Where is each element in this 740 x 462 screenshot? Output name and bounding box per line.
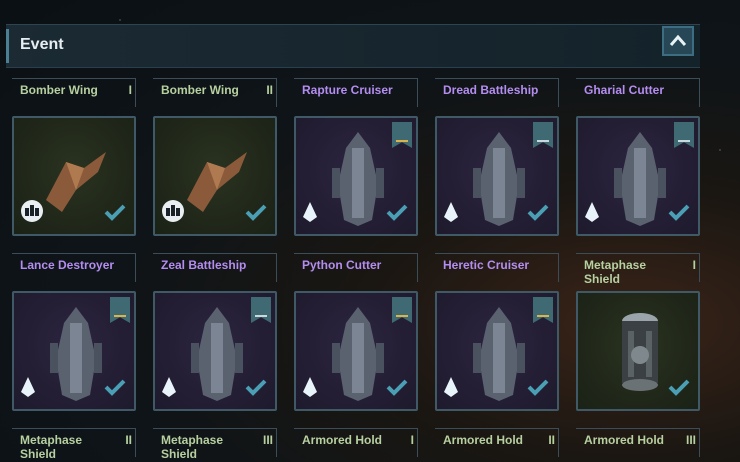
owned-check-icon [668, 203, 690, 226]
rank-banner-icon [533, 297, 553, 323]
item-tier: III [685, 433, 696, 447]
rank-chevron-icon [114, 311, 126, 317]
item-card[interactable] [153, 116, 277, 236]
fighter-squadron-icon [161, 199, 185, 228]
item-card[interactable] [12, 291, 136, 411]
item-name: Dread Battleship [443, 83, 539, 97]
item-tier: II [548, 433, 555, 447]
rank-banner-icon [533, 122, 553, 148]
item-name: Metaphase Shield [584, 258, 647, 286]
item-tier: III [262, 433, 273, 447]
item-name: Python Cutter [302, 258, 382, 272]
chevron-up-icon [669, 34, 687, 46]
section-header: Event [6, 24, 700, 68]
item-card[interactable] [435, 116, 559, 236]
section-title: Event [20, 36, 64, 53]
rank-banner-icon [674, 122, 694, 148]
owned-check-icon [104, 378, 126, 401]
crystal-icon [443, 376, 459, 403]
item-card[interactable] [12, 116, 136, 236]
item-name: Bomber Wing [20, 83, 98, 97]
item-tier: I [128, 83, 132, 97]
owned-check-icon [104, 203, 126, 226]
rank-chevron-icon [396, 136, 408, 142]
rank-chevron-icon [396, 311, 408, 317]
crystal-icon [443, 201, 459, 228]
item-card[interactable] [294, 116, 418, 236]
item-card[interactable] [294, 291, 418, 411]
item-name: Metaphase Shield [20, 433, 83, 461]
fighter-squadron-icon [20, 199, 44, 228]
item-name: Armored Hold [443, 433, 524, 447]
owned-check-icon [245, 203, 267, 226]
rank-chevron-icon [537, 311, 549, 317]
item-name: Heretic Cruiser [443, 258, 530, 272]
crystal-icon [161, 376, 177, 403]
item-name: Rapture Cruiser [302, 83, 393, 97]
owned-check-icon [245, 378, 267, 401]
owned-check-icon [386, 203, 408, 226]
rank-banner-icon [392, 122, 412, 148]
rank-banner-icon [251, 297, 271, 323]
item-card[interactable] [576, 116, 700, 236]
item-name: Armored Hold [302, 433, 383, 447]
item-name: Lance Destroyer [20, 258, 115, 272]
item-tier: II [266, 83, 273, 97]
item-name: Gharial Cutter [584, 83, 665, 97]
rank-chevron-icon [255, 311, 267, 317]
rank-banner-icon [392, 297, 412, 323]
item-name: Zeal Battleship [161, 258, 247, 272]
item-card[interactable] [576, 291, 700, 411]
crystal-icon [302, 201, 318, 228]
rank-chevron-icon [537, 136, 549, 142]
crystal-icon [302, 376, 318, 403]
item-tier: I [692, 258, 696, 272]
item-tier: I [410, 433, 414, 447]
owned-check-icon [668, 378, 690, 401]
owned-check-icon [527, 378, 549, 401]
crystal-icon [20, 376, 36, 403]
item-name: Armored Hold [584, 433, 665, 447]
item-card[interactable] [435, 291, 559, 411]
item-name: Metaphase Shield [161, 433, 224, 461]
rank-chevron-icon [678, 136, 690, 142]
owned-check-icon [386, 378, 408, 401]
item-name: Bomber Wing [161, 83, 239, 97]
item-card[interactable] [153, 291, 277, 411]
collapse-button[interactable] [662, 26, 694, 56]
header-accent-bar [6, 29, 9, 63]
crystal-icon [584, 201, 600, 228]
rank-banner-icon [110, 297, 130, 323]
owned-check-icon [527, 203, 549, 226]
item-tier: II [125, 433, 132, 447]
